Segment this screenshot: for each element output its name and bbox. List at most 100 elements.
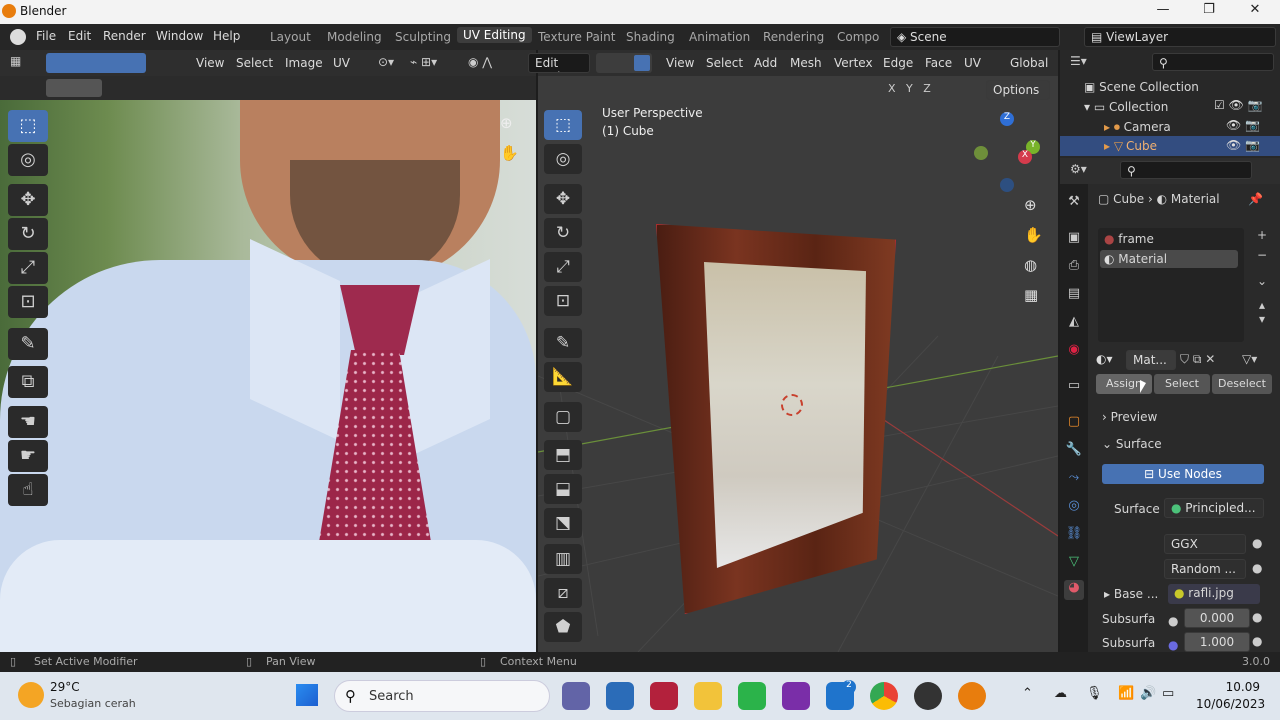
remove-slot-button[interactable]: −	[1252, 248, 1272, 268]
vp-tool-scale[interactable]: ⤢	[544, 252, 582, 282]
tool-relax[interactable]: ☛	[8, 440, 48, 472]
tab-shading[interactable]: Shading	[626, 30, 675, 44]
uv-image-canvas[interactable]: ⊕ ✋	[0, 100, 536, 652]
media-app-icon[interactable]	[650, 682, 678, 710]
recorder-app-icon[interactable]	[914, 682, 942, 710]
vp-tool-move[interactable]: ✥	[544, 184, 582, 214]
material-name-field[interactable]: Mat...	[1126, 350, 1176, 370]
camera-view-icon[interactable]: ◍	[1024, 256, 1037, 274]
add-slot-button[interactable]: +	[1252, 228, 1272, 248]
slot-material[interactable]: ◐ Material	[1100, 250, 1238, 268]
3d-cursor-icon[interactable]	[781, 394, 803, 416]
start-button[interactable]	[296, 684, 318, 706]
face-select-mode-icon[interactable]	[634, 55, 650, 71]
orientation-selector[interactable]: Global	[1010, 56, 1058, 70]
vp-tool-measure[interactable]: 📐	[544, 362, 582, 392]
scene-selector[interactable]: ◈ Scene	[890, 27, 1060, 47]
uv-select-mode-group[interactable]	[46, 53, 146, 73]
subsurface-socket-icon[interactable]: ●	[1168, 614, 1178, 628]
subsurface-value-field[interactable]: 0.000	[1184, 608, 1250, 628]
navigation-gizmo[interactable]: Z Y X	[970, 112, 1040, 192]
viewport-canvas[interactable]: User Perspective (1) Cube Options X Y Z …	[538, 76, 1058, 652]
pan-hand-icon[interactable]: ✋	[500, 144, 522, 166]
tool-move[interactable]: ✥	[8, 184, 48, 216]
blender-menu-icon[interactable]	[10, 29, 26, 45]
vp-tool-rotate[interactable]: ↻	[544, 218, 582, 248]
vp-tool-knife[interactable]: ⧄	[544, 578, 582, 608]
gizmo-neg-y-icon[interactable]	[974, 146, 988, 160]
vp-menu-face[interactable]: Face	[925, 56, 952, 70]
taskbar-search[interactable]: ⚲ Search	[334, 680, 550, 712]
gizmo-neg-z-icon[interactable]	[1000, 178, 1014, 192]
vp-tool-add-cube[interactable]: ▢	[544, 402, 582, 432]
cloud-icon[interactable]: ☁	[1054, 686, 1067, 701]
collection-row[interactable]: ▾ ▭ Collection	[1084, 100, 1168, 114]
preview-panel-header[interactable]: › Preview	[1102, 410, 1157, 424]
subsurface-method-socket-icon[interactable]: ●	[1252, 561, 1262, 575]
tool-rotate[interactable]: ↻	[8, 218, 48, 250]
vp-tool-poly-build[interactable]: ⬟	[544, 612, 582, 642]
menu-file[interactable]: File	[36, 29, 56, 43]
vp-menu-add[interactable]: Add	[754, 56, 777, 70]
tool-tab-icon[interactable]: ⚒	[1064, 194, 1084, 214]
options-dropdown[interactable]: Options	[986, 80, 1050, 100]
pdf-app-icon[interactable]	[782, 682, 810, 710]
vp-tool-annotate[interactable]: ✎	[544, 328, 582, 358]
view-layer-tab-icon[interactable]: ▤	[1064, 286, 1084, 306]
viewport-zoom-icon[interactable]: ⊕	[1024, 196, 1037, 214]
store-app-icon[interactable]	[606, 682, 634, 710]
clock-time[interactable]: 10.09	[1200, 680, 1260, 694]
battery-icon[interactable]: ▭	[1162, 686, 1174, 701]
pivot-icon[interactable]: ⊙▾	[378, 55, 394, 69]
tool-scale[interactable]: ⤢	[8, 252, 48, 284]
vp-tool-select-box[interactable]: ⬚	[544, 110, 582, 140]
axis-z-toggle[interactable]: Z	[923, 82, 931, 95]
vp-menu-uv[interactable]: UV	[964, 56, 981, 70]
microphone-icon[interactable]: 🎙	[1086, 686, 1103, 701]
maximize-button[interactable]: ❐	[1194, 2, 1224, 22]
vp-menu-view[interactable]: View	[666, 56, 694, 70]
camera-visibility-icons[interactable]: 👁 📷	[1226, 118, 1260, 132]
modifier-tab-icon[interactable]: 🔧	[1064, 442, 1084, 462]
tool-grab[interactable]: ☚	[8, 406, 48, 438]
tab-layout[interactable]: Layout	[270, 30, 311, 44]
material-actions-icons[interactable]: ⛉ ⧉ ✕	[1180, 352, 1215, 367]
surface-panel-header[interactable]: ⌄ Surface	[1102, 437, 1162, 451]
material-tab-icon[interactable]: ◕	[1064, 580, 1084, 600]
outliner-item-camera[interactable]: ▸ ⏺ Camera	[1104, 120, 1171, 135]
uv-menu-select[interactable]: Select	[236, 56, 273, 70]
uv-menu-view[interactable]: View	[196, 56, 224, 70]
constraints-tab-icon[interactable]: ⛓	[1064, 526, 1084, 546]
distribution-socket-icon[interactable]: ●	[1252, 536, 1262, 550]
base-color-row[interactable]: ▸ Base ...	[1104, 587, 1158, 601]
menu-help[interactable]: Help	[213, 29, 240, 43]
select-mode-group[interactable]	[596, 53, 652, 73]
tool-annotate[interactable]: ✎	[8, 328, 48, 360]
outliner-item-cube[interactable]: ▸ ▽ Cube 👁 📷	[1060, 136, 1280, 156]
scene-collection-row[interactable]: ▣ Scene Collection	[1084, 80, 1199, 94]
vp-tool-cursor[interactable]: ◎	[544, 144, 582, 174]
vp-menu-select[interactable]: Select	[706, 56, 743, 70]
tab-modeling[interactable]: Modeling	[327, 30, 382, 44]
vp-tool-transform[interactable]: ⊡	[544, 286, 582, 316]
outliner-type-icon[interactable]: ☰▾	[1070, 54, 1087, 68]
data-tab-icon[interactable]: ▽	[1064, 554, 1084, 574]
tab-texture-paint[interactable]: Texture Paint	[538, 30, 615, 44]
minimize-button[interactable]: —	[1148, 2, 1178, 22]
gizmo-x-icon[interactable]: X	[1018, 150, 1032, 164]
axis-x-toggle[interactable]: X	[888, 82, 896, 95]
vp-tool-loop-cut[interactable]: ▥	[544, 544, 582, 574]
vp-menu-vertex[interactable]: Vertex	[834, 56, 873, 70]
tray-chevron-icon[interactable]: ⌃	[1022, 686, 1033, 701]
viewport-pan-icon[interactable]: ✋	[1024, 226, 1043, 244]
ortho-toggle-icon[interactable]: ▦	[1024, 286, 1038, 304]
slot-frame[interactable]: ● frame	[1104, 232, 1154, 246]
vp-tool-inset[interactable]: ⬓	[544, 474, 582, 504]
cube-visibility-icons[interactable]: 👁 📷	[1226, 138, 1260, 152]
uv-sticky-mode[interactable]	[46, 79, 102, 97]
output-tab-icon[interactable]: ⎙	[1064, 258, 1084, 278]
messenger-app-icon[interactable]	[738, 682, 766, 710]
properties-search[interactable]: ⚲	[1120, 161, 1252, 179]
tab-rendering[interactable]: Rendering	[763, 30, 824, 44]
snap-icon[interactable]: ⌁ ⊞▾	[410, 55, 437, 69]
